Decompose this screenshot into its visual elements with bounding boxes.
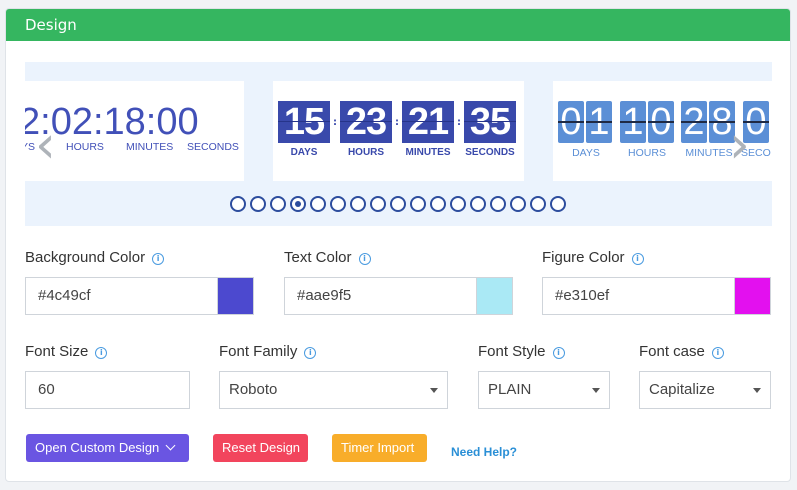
figure-color-input[interactable]: #e310ef: [543, 278, 734, 314]
timer-2-days: 15: [278, 101, 330, 143]
timer-3-label-hours: HOURS: [628, 147, 666, 159]
caret-down-icon: [753, 388, 761, 393]
font-case-select[interactable]: Capitalize: [639, 371, 771, 409]
background-color-label: Background Color i: [25, 249, 165, 266]
font-case-value: Capitalize: [649, 381, 715, 398]
carousel-dot[interactable]: [330, 196, 346, 212]
info-icon[interactable]: i: [552, 347, 565, 359]
chevron-left-icon[interactable]: ‹: [35, 119, 56, 171]
carousel-dot[interactable]: [290, 196, 306, 212]
timer-1-label-days: YS: [25, 141, 36, 153]
text-color-label: Text Color i: [284, 249, 371, 266]
info-icon[interactable]: i: [304, 347, 317, 359]
reset-design-button[interactable]: Reset Design: [213, 434, 308, 462]
info-icon[interactable]: i: [95, 347, 108, 359]
chevron-down-icon: [165, 440, 176, 451]
carousel-dot[interactable]: [230, 196, 246, 212]
carousel-dot[interactable]: [410, 196, 426, 212]
timer-3-digit: 0: [558, 101, 584, 143]
background-color-field[interactable]: #4c49cf: [25, 277, 254, 315]
caret-down-icon: [592, 388, 600, 393]
figure-color-swatch[interactable]: [734, 278, 770, 314]
info-icon[interactable]: i: [631, 253, 644, 265]
font-size-label: Font Size i: [25, 343, 108, 360]
timer-2-seconds: 35: [464, 101, 516, 143]
timer-2-label-seconds: SECONDS: [465, 147, 515, 158]
timer-2-label-hours: HOURS: [347, 147, 385, 158]
text-color-field[interactable]: #aae9f5: [284, 277, 513, 315]
carousel-dot[interactable]: [530, 196, 546, 212]
carousel-dot[interactable]: [390, 196, 406, 212]
timer-import-button[interactable]: Timer Import: [332, 434, 427, 462]
timer-3-label-days: DAYS: [572, 147, 600, 159]
carousel-pagination: [230, 196, 566, 212]
open-custom-design-button[interactable]: Open Custom Design: [26, 434, 189, 462]
carousel-dot[interactable]: [450, 196, 466, 212]
font-style-value: PLAIN: [488, 381, 532, 398]
text-color-input[interactable]: #aae9f5: [285, 278, 476, 314]
carousel-dot[interactable]: [310, 196, 326, 212]
carousel-dot[interactable]: [490, 196, 506, 212]
font-style-select[interactable]: PLAIN: [478, 371, 610, 409]
timer-1-label-hours: HOURS: [66, 141, 104, 153]
timer-3-digit: 1: [620, 101, 646, 143]
font-style-label: Font Style i: [478, 343, 565, 360]
font-family-select[interactable]: Roboto: [219, 371, 448, 409]
chevron-right-icon[interactable]: ›: [729, 119, 750, 171]
panel-title: Design: [6, 9, 790, 41]
info-icon[interactable]: i: [358, 253, 371, 265]
font-family-label: Font Family i: [219, 343, 317, 360]
figure-color-field[interactable]: #e310ef: [542, 277, 771, 315]
carousel-dot[interactable]: [370, 196, 386, 212]
background-color-swatch[interactable]: [217, 278, 253, 314]
carousel-dot[interactable]: [270, 196, 286, 212]
timer-2-minutes: 21: [402, 101, 454, 143]
carousel-dot[interactable]: [550, 196, 566, 212]
timer-carousel: 2:02:18:00 YS HOURS MINUTES SECONDS 15 :…: [25, 62, 772, 226]
timer-2-label-days: DAYS: [290, 147, 318, 158]
info-icon[interactable]: i: [711, 347, 724, 359]
text-color-swatch[interactable]: [476, 278, 512, 314]
timer-3-digit: 1: [586, 101, 612, 143]
carousel-dot[interactable]: [510, 196, 526, 212]
need-help-link[interactable]: Need Help?: [451, 445, 517, 459]
info-icon[interactable]: i: [152, 253, 165, 265]
carousel-dot[interactable]: [350, 196, 366, 212]
timer-preview-1[interactable]: 2:02:18:00 YS HOURS MINUTES SECONDS: [25, 81, 244, 181]
timer-1-label-minutes: MINUTES: [126, 141, 174, 153]
font-case-label: Font case i: [639, 343, 724, 360]
design-panel: Design 2:02:18:00 YS HOURS MINUTES SECON…: [5, 8, 791, 482]
font-family-value: Roboto: [229, 381, 278, 398]
timer-2-hours: 23: [340, 101, 392, 143]
timer-1-label-seconds: SECONDS: [187, 141, 239, 153]
font-size-input[interactable]: 60: [25, 371, 190, 409]
background-color-input[interactable]: #4c49cf: [26, 278, 217, 314]
caret-down-icon: [430, 388, 438, 393]
timer-preview-2[interactable]: 15 : 23 : 21 : 35 DAYS HOURS MINUTES SEC…: [273, 81, 524, 181]
timer-3-digit: 2: [681, 101, 707, 143]
carousel-dot[interactable]: [250, 196, 266, 212]
carousel-dot[interactable]: [470, 196, 486, 212]
carousel-dot[interactable]: [430, 196, 446, 212]
timer-3-digit: 0: [648, 101, 674, 143]
figure-color-label: Figure Color i: [542, 249, 644, 266]
timer-2-label-minutes: MINUTES: [405, 147, 451, 158]
